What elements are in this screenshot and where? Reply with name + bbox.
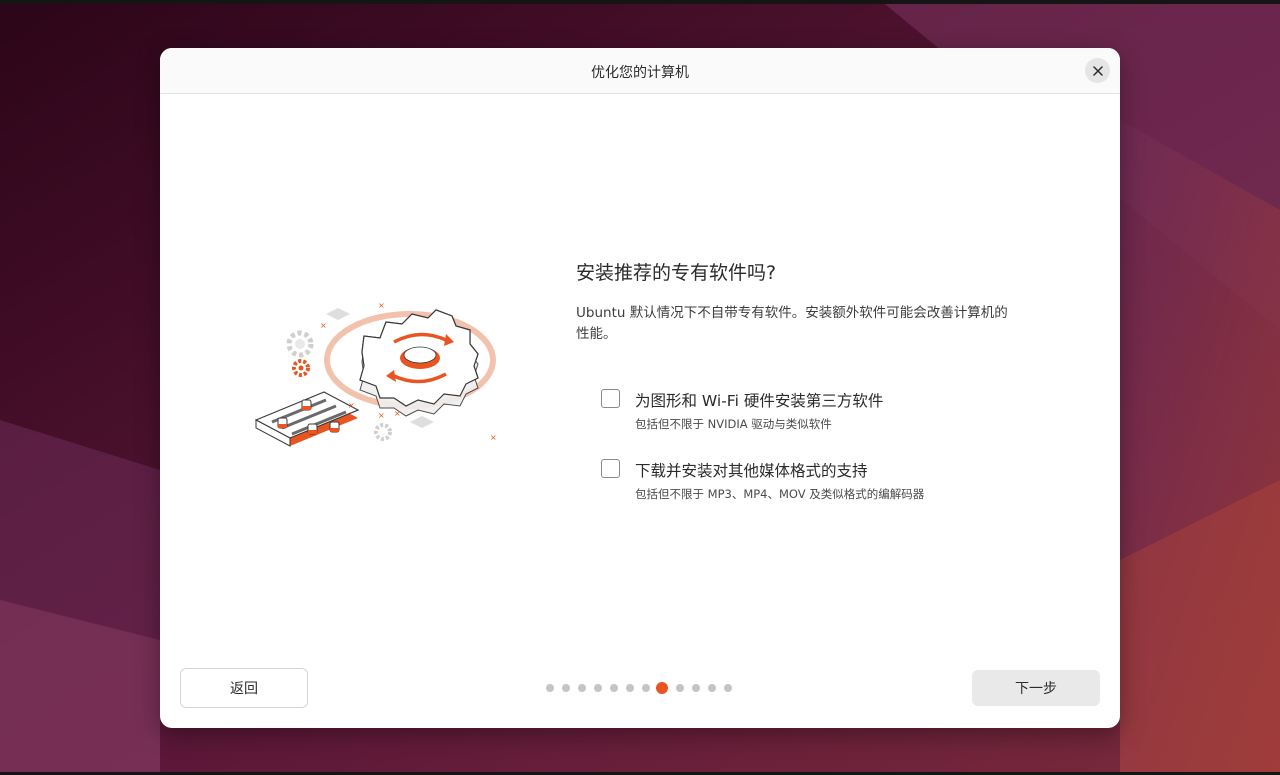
dialog-title: 优化您的计算机 (591, 65, 689, 81)
description-text: Ubuntu 默认情况下不自带专有软件。安装额外软件可能会改善计算机的性能。 (576, 305, 1008, 342)
progress-dot (594, 684, 602, 692)
svg-text:×: × (394, 409, 401, 418)
dialog-header: 优化您的计算机 (160, 48, 1120, 94)
third-party-software-checkbox[interactable] (601, 389, 620, 408)
progress-dot (546, 684, 554, 692)
svg-text:×: × (348, 401, 355, 410)
top-bar (0, 0, 1280, 4)
progress-dot-active (656, 682, 668, 694)
svg-text:×: × (378, 301, 385, 310)
settings-gear-illustration: × × × × × × (252, 300, 502, 464)
svg-text:×: × (320, 321, 327, 330)
next-button[interactable]: 下一步 (972, 670, 1100, 706)
media-formats-sublabel: 包括但不限于 MP3、MP4、MOV 及类似格式的编解码器 (635, 487, 925, 501)
question-heading: 安装推荐的专有软件吗? (576, 262, 777, 284)
media-formats-checkbox[interactable] (601, 459, 620, 478)
progress-dot (562, 684, 570, 692)
back-button[interactable]: 返回 (180, 668, 308, 708)
close-icon (1092, 65, 1103, 76)
progress-dot (642, 684, 650, 692)
svg-text:×: × (378, 411, 385, 420)
progress-dot (692, 684, 700, 692)
progress-dot (724, 684, 732, 692)
progress-dot (626, 684, 634, 692)
progress-dot (610, 684, 618, 692)
svg-text:×: × (490, 433, 497, 442)
progress-dot (708, 684, 716, 692)
progress-dot (578, 684, 586, 692)
optimize-computer-dialog: 优化您的计算机 × × × × × × 安装推荐的专有软件吗? Ubuntu 默… (160, 48, 1120, 728)
progress-dot (676, 684, 684, 692)
third-party-software-sublabel: 包括但不限于 NVIDIA 驱动与类似软件 (635, 417, 832, 431)
media-formats-label[interactable]: 下载并安装对其他媒体格式的支持 (635, 459, 868, 481)
close-button[interactable] (1085, 58, 1110, 83)
progress-dots (546, 682, 746, 694)
third-party-software-label[interactable]: 为图形和 Wi-Fi 硬件安装第三方软件 (635, 389, 883, 411)
